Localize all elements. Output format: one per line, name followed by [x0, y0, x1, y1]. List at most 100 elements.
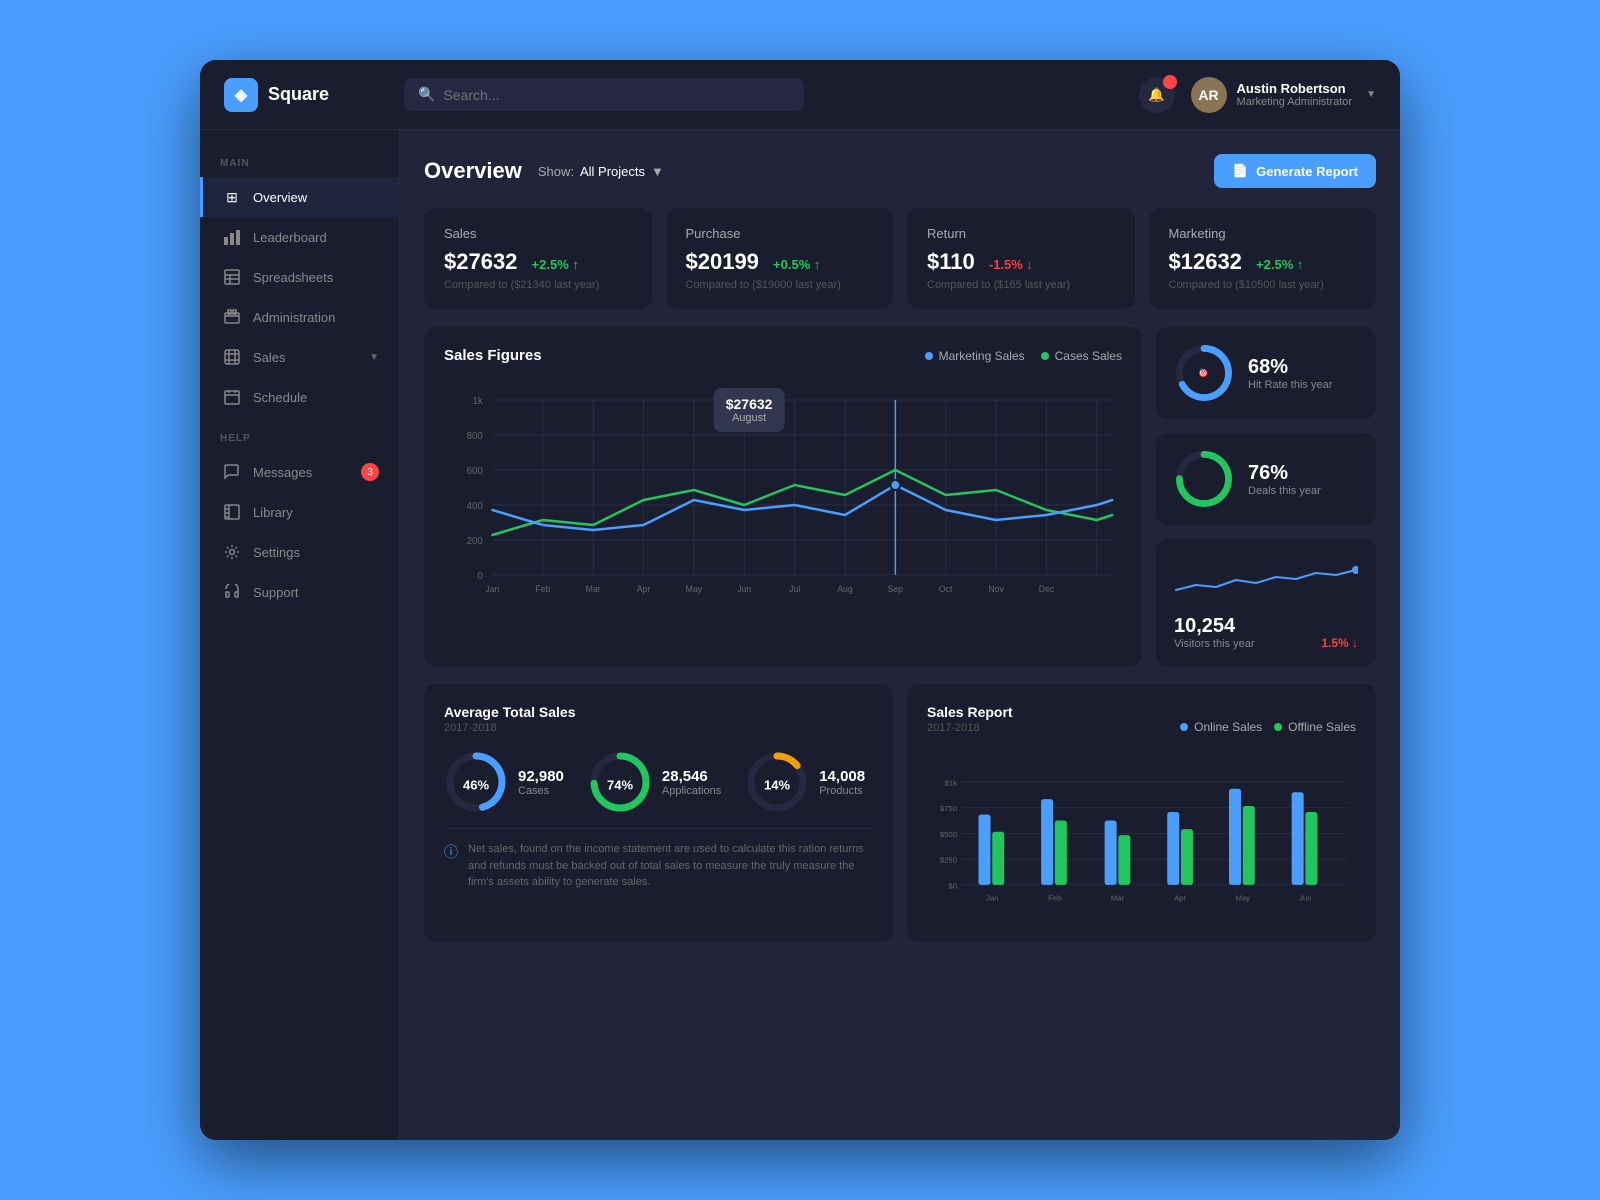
library-icon — [223, 503, 241, 521]
stat-card-sales: Sales $27632 +2.5% ↑ Compared to ($21340… — [424, 208, 652, 309]
info-icon: ⓘ — [444, 842, 458, 862]
svg-text:14%: 14% — [764, 777, 790, 792]
page-header: Overview Show: All Projects ▼ 📄 Generate… — [424, 154, 1376, 188]
applications-num: 28,546 — [662, 768, 721, 785]
bar-chart: $1k $750 $500 $250 $0 — [927, 762, 1356, 922]
sidebar-item-leaderboard[interactable]: Leaderboard — [200, 217, 399, 257]
sidebar-item-administration[interactable]: Administration — [200, 297, 399, 337]
svg-text:Mar: Mar — [586, 584, 601, 594]
cases-info: 92,980 Cases — [518, 768, 564, 797]
stat-compare-purchase: Compared to ($19000 last year) — [686, 279, 874, 291]
svg-text:$1k: $1k — [945, 778, 958, 787]
svg-text:600: 600 — [467, 466, 484, 477]
stat-label-sales: Sales — [444, 226, 632, 241]
sidebar-item-spreadsheets[interactable]: Spreadsheets — [200, 257, 399, 297]
search-icon: 🔍 — [418, 86, 435, 103]
sidebar-item-support[interactable]: Support — [200, 572, 399, 612]
notification-button[interactable]: 🔔 — [1139, 77, 1175, 113]
sidebar-item-library[interactable]: Library — [200, 492, 399, 532]
cases-donut-svg: 46% — [444, 750, 508, 814]
cases-sales-label: Cases Sales — [1055, 349, 1122, 363]
support-icon — [223, 583, 241, 601]
stat-card-return: Return $110 -1.5% ↓ Compared to ($165 la… — [907, 208, 1135, 309]
svg-text:400: 400 — [467, 501, 484, 512]
sidebar-item-schedule[interactable]: Schedule — [200, 377, 399, 417]
sales-report-subtitle: 2017-2018 — [927, 722, 1013, 734]
online-sales-dot — [1180, 723, 1188, 731]
purchase-amount: $20199 — [686, 249, 759, 274]
hit-rate-pct: 68% — [1248, 356, 1332, 379]
schedule-icon — [223, 388, 241, 406]
visitor-change: 1.5% ↓ — [1321, 636, 1358, 650]
marketing-sales-dot — [925, 352, 933, 360]
sidebar-item-messages[interactable]: Messages 3 — [200, 452, 399, 492]
search-input[interactable] — [443, 87, 790, 103]
sidebar-item-overview[interactable]: ⊞ Overview — [200, 177, 399, 217]
visitor-count: 10,254 — [1174, 615, 1255, 638]
svg-text:Apr: Apr — [1174, 893, 1186, 902]
search-bar[interactable]: 🔍 — [404, 78, 804, 111]
donut-products: 14% 14,008 Products — [745, 750, 865, 814]
hit-rate-info: 68% Hit Rate this year — [1248, 356, 1332, 391]
applications-info: 28,546 Applications — [662, 768, 721, 797]
bar-chart-legend: Online Sales Offline Sales — [1180, 720, 1356, 734]
stat-card-purchase: Purchase $20199 +0.5% ↑ Compared to ($19… — [666, 208, 894, 309]
svg-text:200: 200 — [467, 536, 484, 547]
svg-text:Feb: Feb — [535, 584, 550, 594]
generate-report-button[interactable]: 📄 Generate Report — [1214, 154, 1376, 188]
sidebar-label-support: Support — [253, 585, 299, 600]
document-icon: 📄 — [1232, 163, 1248, 179]
filter-chevron-icon: ▼ — [651, 164, 664, 179]
offline-sales-legend: Offline Sales — [1274, 720, 1356, 734]
sidebar-section-help: HELP — [200, 433, 399, 452]
sidebar-section-main: MAIN — [200, 158, 399, 177]
generate-btn-label: Generate Report — [1256, 164, 1358, 179]
filter-value: All Projects — [580, 164, 645, 179]
stats-grid: Sales $27632 +2.5% ↑ Compared to ($21340… — [424, 208, 1376, 309]
sidebar-item-sales[interactable]: Sales ▼ — [200, 337, 399, 377]
svg-text:$0: $0 — [948, 881, 957, 890]
user-profile[interactable]: AR Austin Robertson Marketing Administra… — [1191, 77, 1376, 113]
spreadsheets-icon — [223, 268, 241, 286]
sidebar-label-settings: Settings — [253, 545, 300, 560]
stat-label-purchase: Purchase — [686, 226, 874, 241]
sales-change: +2.5% ↑ — [532, 257, 579, 272]
stat-compare-sales: Compared to ($21340 last year) — [444, 279, 632, 291]
donut-stats: 46% 92,980 Cases 74 — [444, 750, 873, 814]
messages-icon — [223, 463, 241, 481]
applications-label: Applications — [662, 785, 721, 797]
show-filter[interactable]: Show: All Projects ▼ — [538, 164, 664, 179]
svg-text:0: 0 — [477, 571, 483, 582]
marketing-sales-label: Marketing Sales — [939, 349, 1025, 363]
page-title-area: Overview Show: All Projects ▼ — [424, 158, 664, 184]
overview-icon: ⊞ — [223, 188, 241, 206]
svg-text:Sep: Sep — [888, 584, 904, 594]
visitors-card: 10,254 Visitors this year 1.5% ↓ — [1156, 539, 1376, 666]
visitor-line-svg — [1174, 555, 1358, 605]
deals-card: 76% Deals this year — [1156, 433, 1376, 525]
charts-row: Sales Figures Marketing Sales Cases Sale… — [424, 327, 1376, 666]
offline-sales-dot — [1274, 723, 1282, 731]
svg-text:1k: 1k — [473, 396, 483, 407]
svg-text:Jul: Jul — [789, 584, 800, 594]
svg-text:74%: 74% — [607, 777, 633, 792]
right-stats: 🎯 68% Hit Rate this year — [1156, 327, 1376, 666]
sidebar-label-overview: Overview — [253, 190, 307, 205]
hit-rate-label: Hit Rate this year — [1248, 379, 1332, 391]
page-title: Overview — [424, 158, 522, 184]
main-layout: MAIN ⊞ Overview Leaderboard Spreadsheets — [200, 130, 1400, 1140]
visitor-label: Visitors this year — [1174, 638, 1255, 650]
avatar: AR — [1191, 77, 1227, 113]
deals-label: Deals this year — [1248, 485, 1321, 497]
hit-rate-donut: 🎯 — [1174, 343, 1234, 403]
user-chevron-icon: ▼ — [1366, 89, 1376, 100]
donut-applications: 74% 28,546 Applications — [588, 750, 721, 814]
svg-text:Dec: Dec — [1039, 584, 1055, 594]
sidebar-item-settings[interactable]: Settings — [200, 532, 399, 572]
svg-text:Jan: Jan — [485, 584, 499, 594]
bell-icon: 🔔 — [1148, 87, 1165, 103]
products-label: Products — [819, 785, 865, 797]
online-sales-legend: Online Sales — [1180, 720, 1262, 734]
purchase-change: +0.5% ↑ — [773, 257, 820, 272]
sidebar-label-administration: Administration — [253, 310, 335, 325]
